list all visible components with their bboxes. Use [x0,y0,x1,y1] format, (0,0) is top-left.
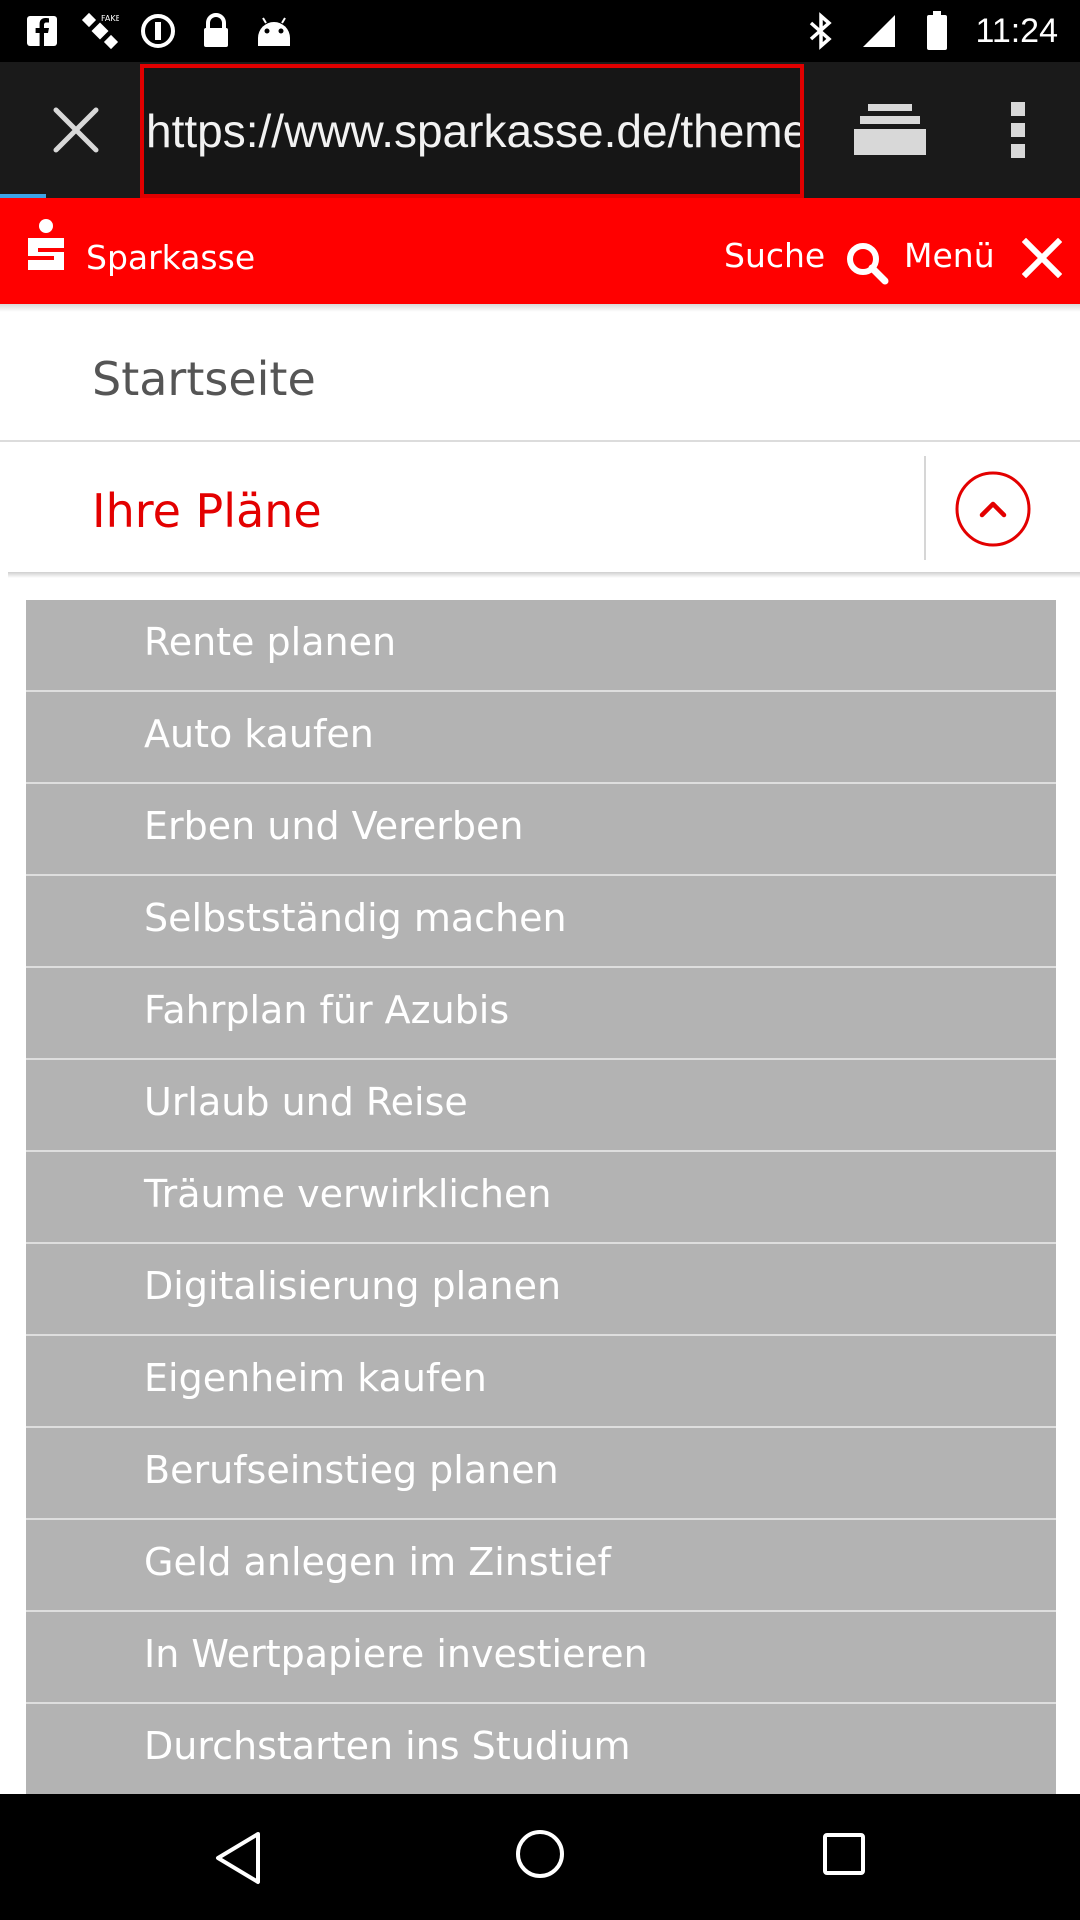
menu-link[interactable]: Menü [904,236,995,275]
section-shadow [8,572,1080,578]
nav-item-label: Startseite [92,352,316,406]
home-icon[interactable] [514,1828,566,1880]
clock: 11:24 [975,11,1058,50]
facebook-icon [22,11,62,51]
alarm-info-icon [138,11,178,51]
divider [924,456,926,560]
system-nav-bar [0,1794,1080,1920]
submenu-item[interactable]: Eigenheim kaufen [26,1336,1056,1428]
svg-text:FAKE: FAKE [101,14,119,23]
submenu-item[interactable]: Urlaub und Reise [26,1060,1056,1152]
recents-icon[interactable] [822,1832,866,1876]
overflow-menu-icon[interactable] [1000,100,1036,160]
submenu-item[interactable]: Auto kaufen [26,692,1056,784]
chevron-up-icon[interactable] [954,470,1032,548]
sparkasse-logo-icon[interactable] [24,218,68,274]
submenu-item[interactable]: Berufseinstieg planen [26,1428,1056,1520]
url-text: https://www.sparkasse.de/themen [146,105,804,157]
tabs-icon[interactable] [852,100,928,160]
system-status-icons: 11:24 [801,8,1058,54]
android-icon [254,11,294,51]
battery-icon [917,11,957,51]
submenu-item[interactable]: Selbstständig machen [26,876,1056,968]
submenu-item[interactable]: Träume verwirklichen [26,1152,1056,1244]
notification-icons: FAKE [22,8,294,54]
nav-item-ihre-plaene[interactable]: Ihre Pläne [0,444,1080,574]
satellite-fake-gps-icon: FAKE [80,11,120,51]
bluetooth-icon [801,11,841,51]
submenu-item[interactable]: Erben und Vererben [26,784,1056,876]
nav-item-startseite[interactable]: Startseite [0,312,1080,442]
close-icon[interactable] [40,98,112,162]
submenu-item[interactable]: Digitalisierung planen [26,1244,1056,1336]
lock-icon [196,11,236,51]
submenu-item[interactable]: Fahrplan für Azubis [26,968,1056,1060]
submenu-item[interactable]: Rente planen [26,600,1056,692]
nav-item-label: Ihre Pläne [92,484,322,538]
brand-name[interactable]: Sparkasse [86,238,255,277]
status-bar: FAKE 11:24 [0,0,1080,62]
search-icon[interactable] [844,240,890,286]
url-field[interactable]: https://www.sparkasse.de/themen [140,64,804,198]
submenu-item[interactable]: In Wertpapiere investieren [26,1612,1056,1704]
search-link[interactable]: Suche [724,236,825,275]
browser-toolbar: https://www.sparkasse.de/themen [0,62,1080,199]
back-icon[interactable] [212,1830,264,1886]
close-menu-icon[interactable] [1021,237,1063,279]
submenu-item[interactable]: Durchstarten ins Studium [26,1704,1056,1794]
submenu-item[interactable]: Geld anlegen im Zinstief [26,1520,1056,1612]
site-header: Sparkasse Suche Menü [0,198,1080,304]
header-shadow [0,304,1080,312]
signal-icon [859,11,899,51]
plans-submenu: Rente planen Auto kaufen Erben und Verer… [26,600,1056,1794]
